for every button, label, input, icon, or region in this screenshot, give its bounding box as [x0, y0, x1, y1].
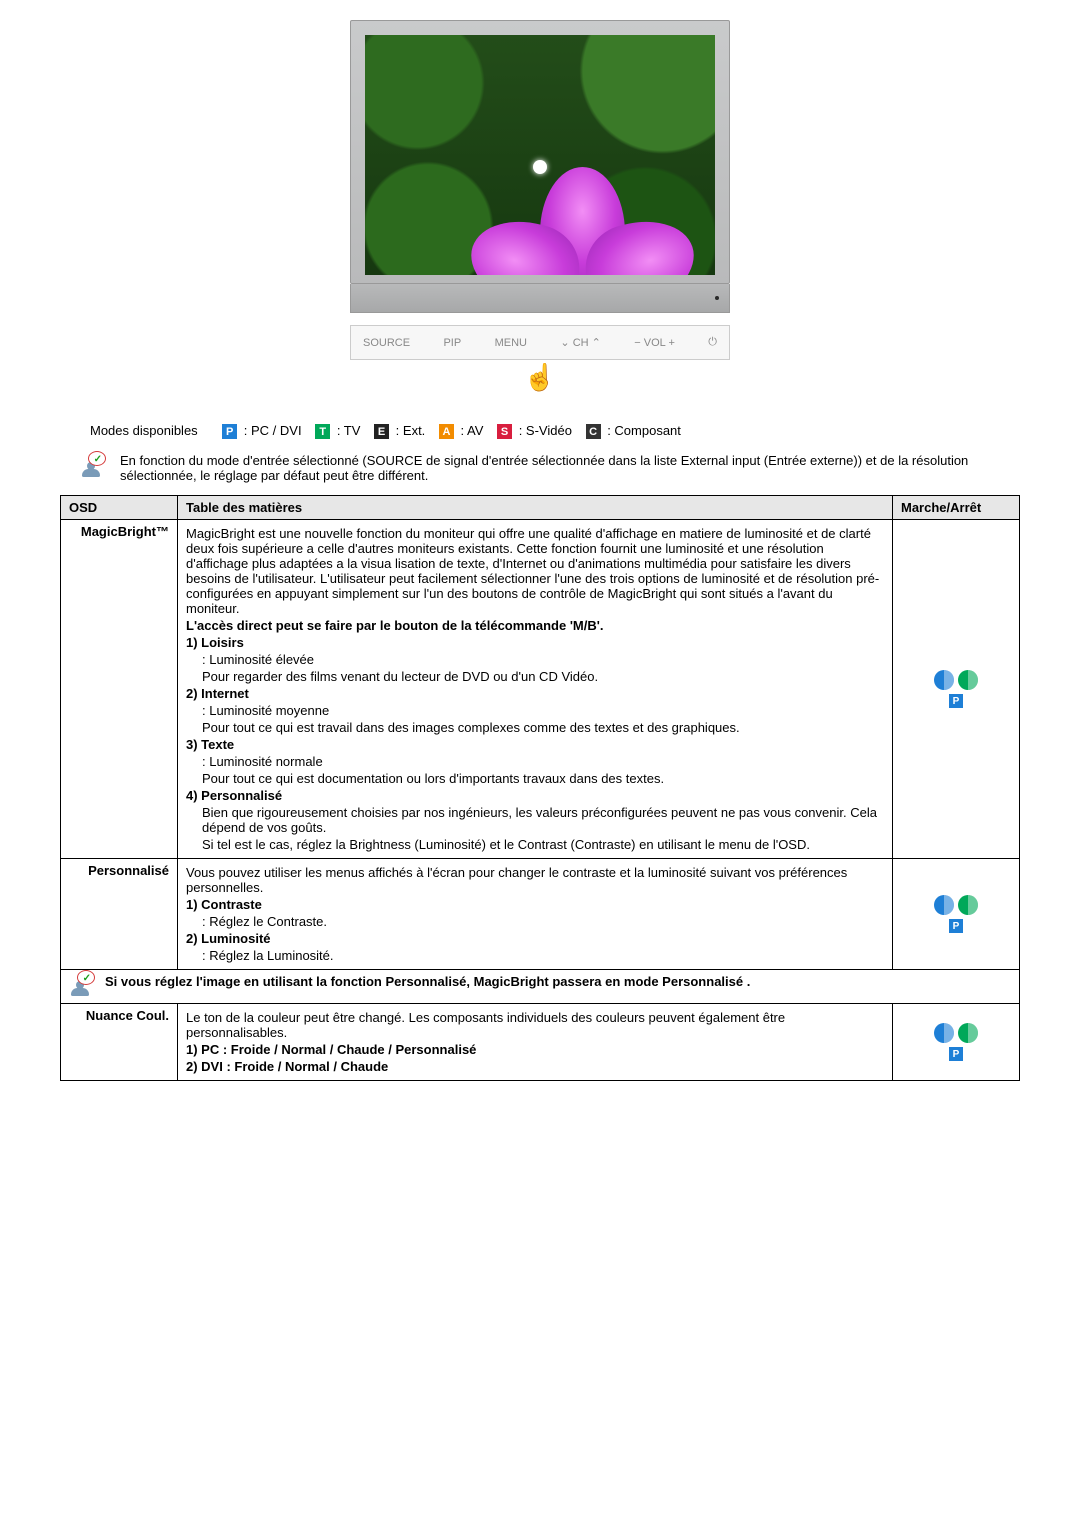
mb-opt4-a: Bien que rigoureusement choisies par nos… [186, 805, 884, 835]
mode-c-text: : Composant [607, 423, 681, 438]
mb-opt2-h: 2) Internet [186, 686, 884, 701]
mode-e-icon: E [374, 424, 389, 439]
mb-toggle-icons: P [901, 670, 1011, 708]
btn-vol-down: − [634, 337, 640, 349]
mode-p-mini-icon: P [949, 1047, 963, 1061]
row-nuance-label: Nuance Coul. [61, 1004, 178, 1081]
th-onoff: Marche/Arrêt [893, 496, 1020, 520]
hint-icon: ✓ [80, 455, 102, 477]
perso-intro: Vous pouvez utiliser les menus affichés … [186, 865, 884, 895]
btn-source: SOURCE [363, 337, 410, 349]
hint-icon: ✓ [69, 974, 91, 996]
note-mid-text: Si vous réglez l'image en utilisant la f… [105, 974, 750, 989]
btn-ch-down: ⌄ [560, 337, 569, 349]
hand-pointer-icon: ☝ [350, 362, 730, 393]
btn-vol-up: + [668, 337, 674, 349]
mode-p-icon: P [222, 424, 237, 439]
mode-p-text: : PC / DVI [244, 423, 302, 438]
modes-label: Modes disponibles [90, 423, 198, 438]
mb-intro: MagicBright est une nouvelle fonction du… [186, 526, 884, 616]
mode-p-mini-icon: P [949, 694, 963, 708]
mode-s-icon: S [497, 424, 512, 439]
mb-opt4-h: 4) Personnalisé [186, 788, 884, 803]
row-personnalise-label: Personnalisé [61, 859, 178, 970]
nuance-toggle-icons: P [901, 1023, 1011, 1061]
monitor-illustration: SOURCE PIP MENU ⌄ CH ⌃ − VOL + ⏻ ☝ [60, 20, 1020, 393]
btn-pip: PIP [443, 337, 461, 349]
half-circle-green-icon [958, 670, 978, 690]
mode-e-text: : Ext. [396, 423, 426, 438]
mode-a-icon: A [439, 424, 454, 439]
mb-opt2-a: : Luminosité moyenne [186, 703, 884, 718]
perso-toggle-icons: P [901, 895, 1011, 933]
mb-opt3-b: Pour tout ce qui est documentation ou lo… [186, 771, 884, 786]
mb-opt4-b: Si tel est le cas, réglez la Brightness … [186, 837, 884, 852]
row-magicbright: MagicBright™ MagicBright est une nouvell… [61, 520, 1020, 859]
mode-c-icon: C [586, 424, 601, 439]
btn-vol-label: VOL [644, 337, 666, 349]
mb-opt3-a: : Luminosité normale [186, 754, 884, 769]
monitor-button-row: SOURCE PIP MENU ⌄ CH ⌃ − VOL + ⏻ [350, 325, 730, 360]
row-magicbright-label: MagicBright™ [61, 520, 178, 859]
nuance-intro: Le ton de la couleur peut être changé. L… [186, 1010, 884, 1040]
btn-menu: MENU [495, 337, 527, 349]
half-circle-green-icon [958, 1023, 978, 1043]
mb-opt1-a: : Luminosité élevée [186, 652, 884, 667]
monitor-screen [365, 35, 715, 275]
mode-p-mini-icon: P [949, 919, 963, 933]
btn-ch-up: ⌃ [592, 337, 601, 349]
mb-opt1-b: Pour regarder des films venant du lecteu… [186, 669, 884, 684]
mode-t-icon: T [315, 424, 330, 439]
note-top: ✓ En fonction du mode d'entrée sélection… [60, 453, 1020, 483]
mode-a-text: : AV [461, 423, 484, 438]
perso-opt1-h: 1) Contraste [186, 897, 884, 912]
row-note-mid: ✓ Si vous réglez l'image en utilisant la… [61, 970, 1020, 1004]
half-circle-blue-icon [934, 1023, 954, 1043]
note-top-text: En fonction du mode d'entrée sélectionné… [120, 453, 1000, 483]
row-nuance: Nuance Coul. Le ton de la couleur peut ê… [61, 1004, 1020, 1081]
btn-ch-label: CH [573, 337, 589, 349]
perso-opt1-a: : Réglez le Contraste. [186, 914, 884, 929]
half-circle-blue-icon [934, 895, 954, 915]
th-osd: OSD [61, 496, 178, 520]
monitor-speaker-bar [350, 284, 730, 313]
btn-power-icon: ⏻ [708, 336, 717, 349]
half-circle-green-icon [958, 895, 978, 915]
half-circle-blue-icon [934, 670, 954, 690]
osd-table: OSD Table des matières Marche/Arrêt Magi… [60, 495, 1020, 1081]
nuance-opt2: 2) DVI : Froide / Normal / Chaude [186, 1059, 884, 1074]
modes-line: Modes disponibles P : PC / DVI T : TV E … [90, 423, 1020, 439]
mb-direct: L'accès direct peut se faire par le bout… [186, 618, 884, 633]
row-personnalise: Personnalisé Vous pouvez utiliser les me… [61, 859, 1020, 970]
mb-opt3-h: 3) Texte [186, 737, 884, 752]
perso-opt2-a: : Réglez la Luminosité. [186, 948, 884, 963]
mode-t-text: : TV [337, 423, 361, 438]
th-toc: Table des matières [178, 496, 893, 520]
mb-opt1-h: 1) Loisirs [186, 635, 884, 650]
mode-s-text: : S-Vidéo [519, 423, 572, 438]
nuance-opt1: 1) PC : Froide / Normal / Chaude / Perso… [186, 1042, 884, 1057]
mb-opt2-b: Pour tout ce qui est travail dans des im… [186, 720, 884, 735]
perso-opt2-h: 2) Luminosité [186, 931, 884, 946]
